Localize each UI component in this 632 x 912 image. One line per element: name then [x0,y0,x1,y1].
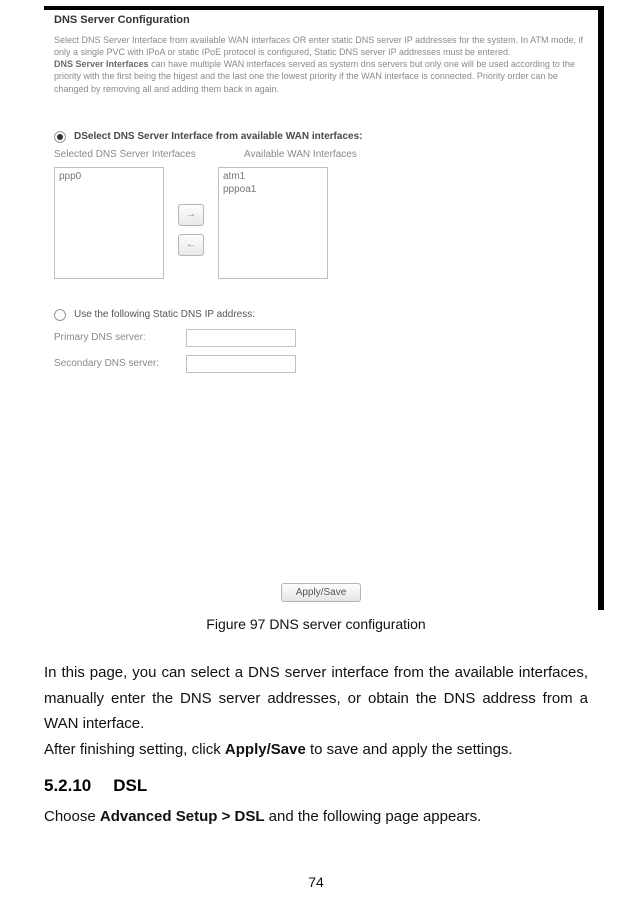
para3-a: Choose [44,808,100,825]
config-title: DNS Server Configuration [54,14,592,26]
move-right-button[interactable]: → [178,204,204,226]
para2-a: After finishing setting, click [44,741,225,758]
selected-interfaces-label: Selected DNS Server Interfaces [54,149,214,161]
radio2-label: Use the following Static DNS IP address: [74,309,255,320]
available-interfaces-list[interactable]: atm1 pppoa1 [218,167,328,279]
dns-config-screenshot: DNS Server Configuration Select DNS Serv… [44,6,604,610]
apply-save-button[interactable]: Apply/Save [281,583,362,602]
heading-text: DSL [113,776,147,795]
config-description: Select DNS Server Interface from availab… [54,34,594,95]
available-interfaces-label: Available WAN Interfaces [244,149,404,161]
section-heading: 5.2.10 DSL [44,776,588,796]
primary-dns-label: Primary DNS server: [54,332,180,343]
paragraph-2: After finishing setting, click Apply/Sav… [44,737,588,763]
list-item[interactable]: ppp0 [59,170,159,183]
heading-number: 5.2.10 [44,776,91,795]
para3-c: and the following page appears. [265,808,482,825]
para3-bold: Advanced Setup > DSL [100,808,265,825]
paragraph-1: In this page, you can select a DNS serve… [44,660,588,737]
para2-c: to save and apply the settings. [306,741,513,758]
secondary-dns-label: Secondary DNS server: [54,358,180,369]
primary-dns-input[interactable] [186,329,296,347]
list-item[interactable]: pppoa1 [223,183,323,196]
arrow-right-icon: → [186,209,196,220]
arrow-left-icon: ← [186,239,196,250]
para2-bold: Apply/Save [225,741,306,758]
desc-part1: Select DNS Server Interface from availab… [54,35,583,57]
list-item[interactable]: atm1 [223,170,323,183]
page-number: 74 [0,874,632,890]
radio-select-interface[interactable] [54,131,66,143]
move-left-button[interactable]: ← [178,234,204,256]
selected-interfaces-list[interactable]: ppp0 [54,167,164,279]
paragraph-3: Choose Advanced Setup > DSL and the foll… [44,804,588,830]
radio-static-dns[interactable] [54,309,66,321]
secondary-dns-input[interactable] [186,355,296,373]
figure-caption: Figure 97 DNS server configuration [44,616,588,632]
radio1-label: Select DNS Server Interface from availab… [81,131,362,142]
desc-bold: DNS Server Interfaces [54,59,149,69]
